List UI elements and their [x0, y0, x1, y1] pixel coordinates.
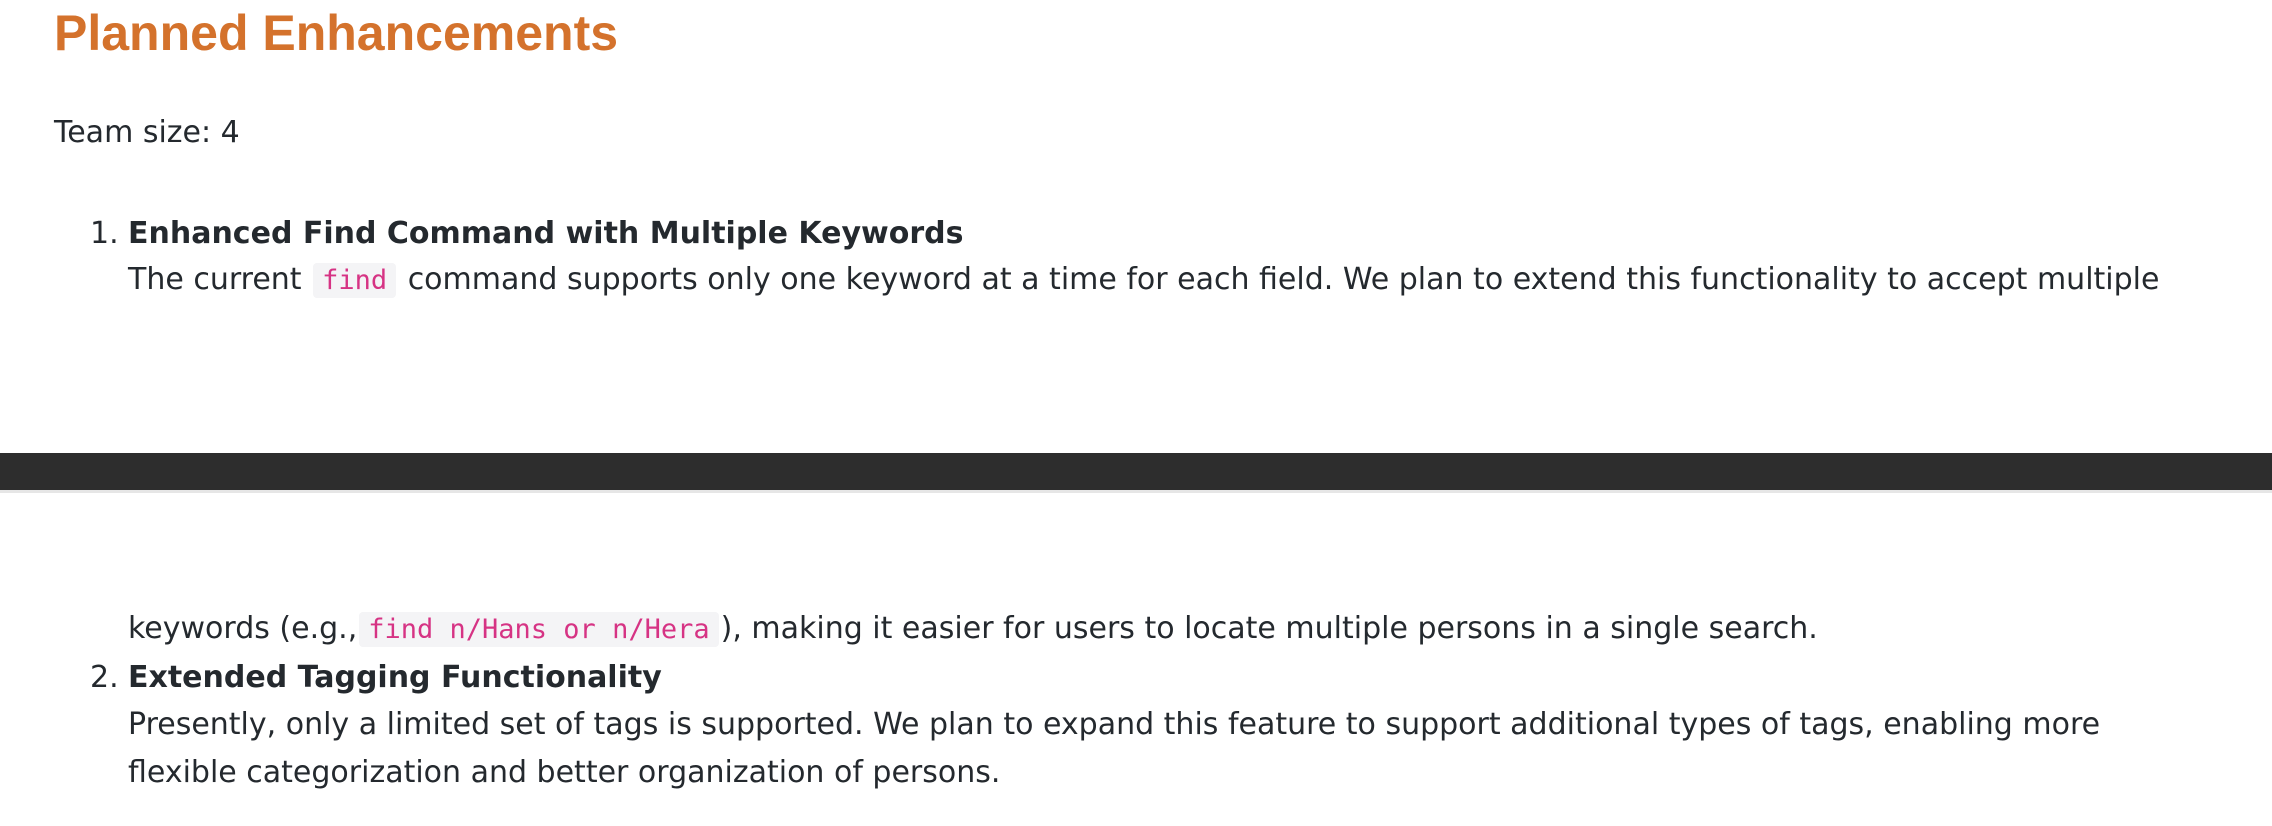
team-size-text: Team size: 4: [54, 115, 240, 150]
page-title: Planned Enhancements: [54, 5, 619, 61]
list-item-desc-2-line-2: flexible categorization and better organ…: [128, 755, 1001, 790]
list-item-number-2: 2.: [90, 660, 119, 695]
desc-text-pre: The current: [128, 262, 302, 297]
desc-text-cont-post: ), making it easier for users to locate …: [720, 611, 1818, 646]
list-item-title-2: Extended Tagging Functionality: [128, 660, 662, 695]
list-item-desc-1-continued: keywords (e.g., find n/Hans or n/Hera), m…: [128, 611, 1818, 647]
list-item-desc-1: The current find command supports only o…: [128, 262, 2160, 298]
inline-code-find-example: find n/Hans or n/Hera: [359, 612, 719, 647]
list-item-desc-2-line-1: Presently, only a limited set of tags is…: [128, 707, 2101, 742]
desc-text-cont-pre: keywords (e.g.,: [128, 611, 358, 646]
page-break-divider: [0, 453, 2272, 493]
desc-text-mid: command supports only one keyword at a t…: [407, 262, 2160, 297]
list-item-title-1: Enhanced Find Command with Multiple Keyw…: [128, 216, 964, 251]
list-item-number-1: 1.: [90, 216, 119, 251]
document-page: Planned Enhancements Team size: 4 1. Enh…: [0, 0, 2272, 826]
inline-code-find: find: [313, 263, 397, 298]
